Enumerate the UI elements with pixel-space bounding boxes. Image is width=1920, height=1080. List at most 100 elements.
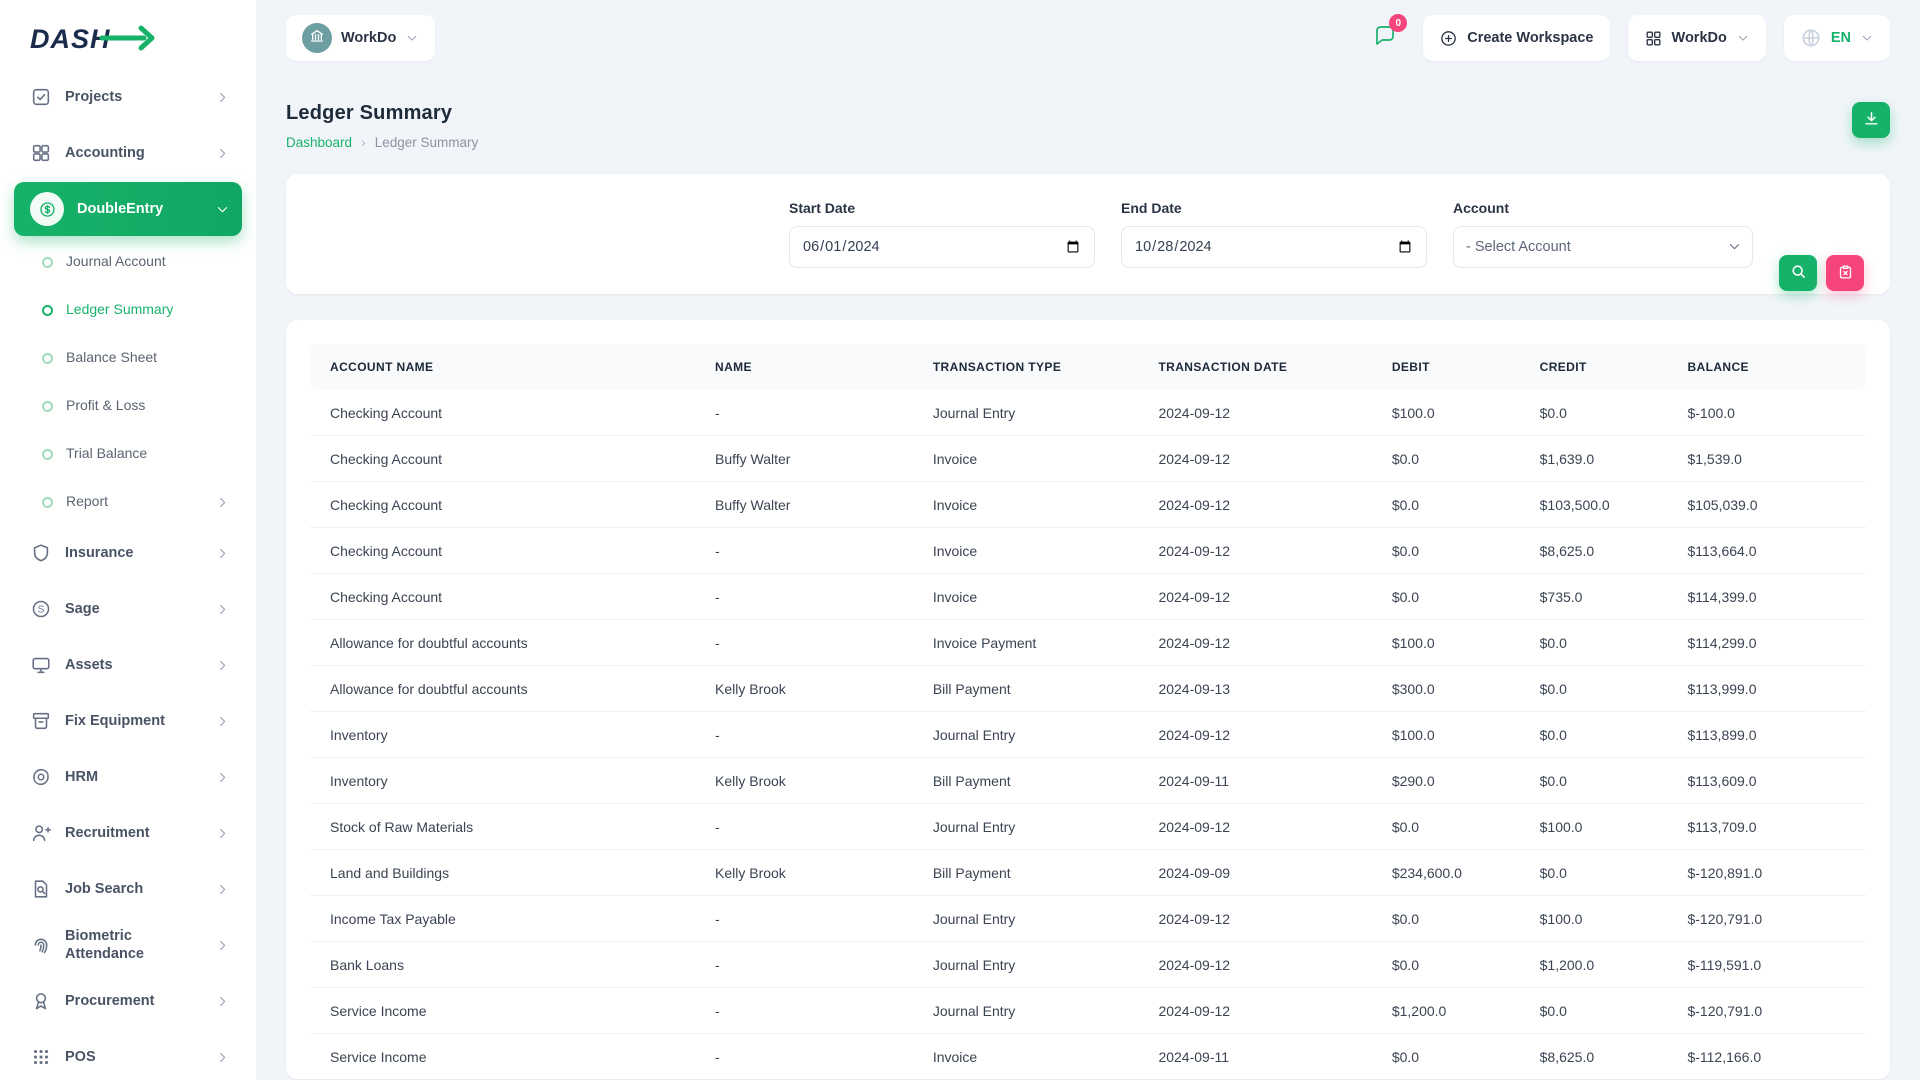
chevron-down-icon (1736, 31, 1750, 45)
sidebar-item-procurement[interactable]: Procurement (14, 974, 242, 1028)
cell-transaction-type: Invoice (917, 574, 1143, 620)
sidebar-item-label: DoubleEntry (77, 200, 202, 218)
cell-balance: $113,999.0 (1671, 666, 1866, 712)
cell-transaction-type: Invoice (917, 1034, 1143, 1080)
cell-transaction-type: Bill Payment (917, 666, 1143, 712)
end-date-field-group: End Date (1121, 200, 1427, 268)
col-account-name: ACCOUNT NAME (310, 344, 699, 390)
sidebar-item-label: POS (65, 1048, 202, 1066)
cell-credit: $0.0 (1524, 390, 1672, 436)
sidebar-item-hrm[interactable]: HRM (14, 750, 242, 804)
sidebar-item-profit-loss[interactable]: Profit & Loss (14, 382, 242, 430)
cell-name: - (699, 574, 917, 620)
sidebar-item-journal-account[interactable]: Journal Account (14, 238, 242, 286)
breadcrumb-dashboard-link[interactable]: Dashboard (286, 135, 352, 150)
sidebar-item-job-search[interactable]: Job Search (14, 862, 242, 916)
sidebar-item-trial-balance[interactable]: Trial Balance (14, 430, 242, 478)
cell-transaction-date: 2024-09-13 (1142, 666, 1375, 712)
ledger-table-card: ACCOUNT NAME NAME TRANSACTION TYPE TRANS… (286, 320, 1890, 1079)
sidebar-item-insurance[interactable]: Insurance (14, 526, 242, 580)
sidebar-item-recruitment[interactable]: Recruitment (14, 806, 242, 860)
dash-logo-graphic: DASH (28, 20, 160, 58)
bank-icon (309, 28, 325, 48)
cell-account-name: Checking Account (310, 528, 699, 574)
cell-debit: $290.0 (1376, 758, 1524, 804)
end-date-label: End Date (1121, 200, 1427, 216)
sidebar-item-accounting[interactable]: Accounting (14, 126, 242, 180)
cell-balance: $-120,791.0 (1671, 896, 1866, 942)
svg-text:DASH: DASH (30, 24, 111, 54)
grid-icon (1644, 29, 1663, 48)
cell-name: - (699, 896, 917, 942)
table-row: Service Income-Invoice2024-09-11$0.0$8,6… (310, 1034, 1866, 1080)
workspace-avatar (302, 23, 332, 53)
cell-name: Buffy Walter (699, 482, 917, 528)
cell-credit: $8,625.0 (1524, 1034, 1672, 1080)
sidebar-item-label: HRM (65, 768, 202, 786)
cell-account-name: Inventory (310, 712, 699, 758)
cell-debit: $0.0 (1376, 896, 1524, 942)
cell-account-name: Allowance for doubtful accounts (310, 666, 699, 712)
dash-logo[interactable]: DASH (0, 0, 256, 64)
col-credit: CREDIT (1524, 344, 1672, 390)
language-switcher[interactable]: EN (1784, 15, 1890, 61)
sidebar-item-doubleentry[interactable]: DoubleEntry (14, 182, 242, 236)
apply-filter-button[interactable] (1779, 255, 1817, 291)
sidebar-item-biometric-attendance[interactable]: Biometric Attendance (14, 918, 242, 972)
col-balance: BALANCE (1671, 344, 1866, 390)
sidebar-item-label: Sage (65, 600, 202, 618)
sidebar-item-report[interactable]: Report (14, 478, 242, 526)
col-transaction-date: TRANSACTION DATE (1142, 344, 1375, 390)
chevron-right-icon (215, 1050, 230, 1065)
workspace-name: WorkDo (341, 30, 396, 46)
app-switcher-button[interactable]: WorkDo (1628, 15, 1766, 61)
end-date-input[interactable] (1121, 226, 1427, 268)
cell-transaction-type: Journal Entry (917, 942, 1143, 988)
cell-transaction-date: 2024-09-12 (1142, 896, 1375, 942)
sidebar-item-fix-equipment[interactable]: Fix Equipment (14, 694, 242, 748)
cell-debit: $100.0 (1376, 390, 1524, 436)
cell-account-name: Income Tax Payable (310, 896, 699, 942)
cell-debit: $1,200.0 (1376, 988, 1524, 1034)
cell-debit: $0.0 (1376, 574, 1524, 620)
pos-icon (30, 1046, 52, 1068)
cell-transaction-date: 2024-09-12 (1142, 988, 1375, 1034)
download-button[interactable] (1852, 102, 1890, 138)
sidebar-item-label: Assets (65, 656, 202, 674)
recruitment-icon (30, 822, 52, 844)
assets-icon (30, 654, 52, 676)
sidebar-item-projects[interactable]: Projects (14, 70, 242, 124)
start-date-label: Start Date (789, 200, 1095, 216)
cell-balance: $-100.0 (1671, 390, 1866, 436)
table-row: Allowance for doubtful accountsKelly Bro… (310, 666, 1866, 712)
reset-filter-button[interactable] (1826, 255, 1864, 291)
cell-debit: $0.0 (1376, 528, 1524, 574)
workspace-switcher[interactable]: WorkDo (286, 15, 435, 61)
breadcrumb-current: Ledger Summary (375, 135, 479, 150)
cell-balance: $113,609.0 (1671, 758, 1866, 804)
cell-account-name: Checking Account (310, 482, 699, 528)
start-date-field-group: Start Date (789, 200, 1095, 268)
sidebar-item-sage[interactable]: SSage (14, 582, 242, 636)
table-row: Land and BuildingsKelly BrookBill Paymen… (310, 850, 1866, 896)
cell-balance: $114,299.0 (1671, 620, 1866, 666)
cell-name: Buffy Walter (699, 436, 917, 482)
sidebar-item-pos[interactable]: POS (14, 1030, 242, 1080)
cell-name: - (699, 804, 917, 850)
sidebar-item-ledger-summary[interactable]: Ledger Summary (14, 286, 242, 334)
job-search-icon (30, 878, 52, 900)
sidebar-item-assets[interactable]: Assets (14, 638, 242, 692)
biometric-attendance-icon (30, 934, 52, 956)
messages-button[interactable]: 0 (1365, 18, 1405, 58)
account-select[interactable]: - Select Account (1453, 226, 1753, 268)
create-workspace-button[interactable]: Create Workspace (1423, 15, 1609, 61)
cell-account-name: Service Income (310, 988, 699, 1034)
chevron-down-icon (1860, 31, 1874, 45)
plus-circle-icon (1439, 29, 1458, 48)
chevron-right-icon (215, 994, 230, 1009)
sidebar-item-balance-sheet[interactable]: Balance Sheet (14, 334, 242, 382)
start-date-input[interactable] (789, 226, 1095, 268)
cell-transaction-type: Invoice (917, 528, 1143, 574)
reset-filter-icon (1837, 263, 1854, 283)
app-switcher-label: WorkDo (1672, 30, 1727, 46)
